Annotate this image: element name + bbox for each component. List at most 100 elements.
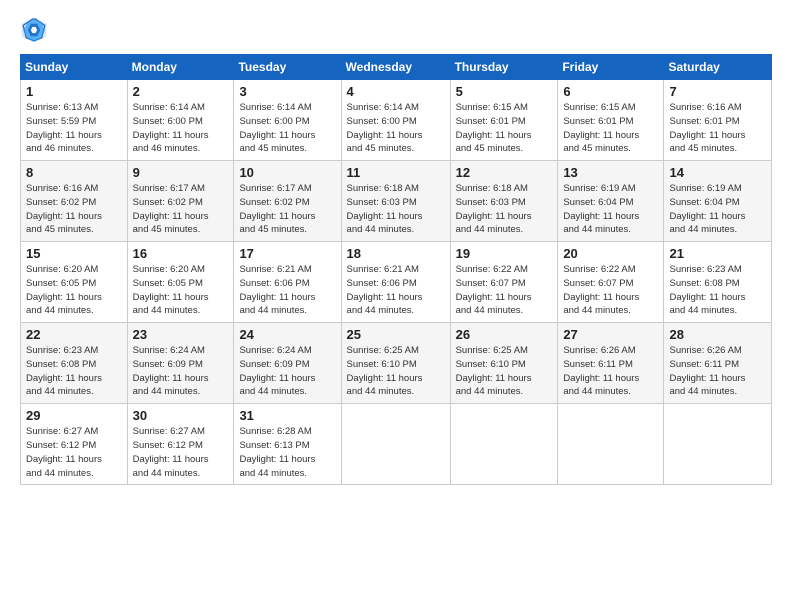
calendar-day-cell: 6 Sunrise: 6:15 AM Sunset: 6:01 PM Daylig… [558,80,664,161]
calendar-day-cell: 2 Sunrise: 6:14 AM Sunset: 6:00 PM Daylig… [127,80,234,161]
calendar-day-header: Sunday [21,55,128,80]
day-number: 31 [239,408,335,423]
day-number: 8 [26,165,122,180]
calendar-day-cell: 8 Sunrise: 6:16 AM Sunset: 6:02 PM Daylig… [21,161,128,242]
day-number: 18 [347,246,445,261]
day-number: 3 [239,84,335,99]
day-info: Sunrise: 6:21 AM Sunset: 6:06 PM Dayligh… [239,263,335,318]
calendar-day-header: Monday [127,55,234,80]
calendar-day-cell: 17 Sunrise: 6:21 AM Sunset: 6:06 PM Dayli… [234,242,341,323]
calendar-table: SundayMondayTuesdayWednesdayThursdayFrid… [20,54,772,485]
day-number: 22 [26,327,122,342]
day-info: Sunrise: 6:18 AM Sunset: 6:03 PM Dayligh… [456,182,553,237]
page: SundayMondayTuesdayWednesdayThursdayFrid… [0,0,792,495]
calendar-day-cell: 3 Sunrise: 6:14 AM Sunset: 6:00 PM Daylig… [234,80,341,161]
day-number: 23 [133,327,229,342]
day-number: 13 [563,165,658,180]
calendar-day-cell: 1 Sunrise: 6:13 AM Sunset: 5:59 PM Daylig… [21,80,128,161]
calendar-day-cell: 29 Sunrise: 6:27 AM Sunset: 6:12 PM Dayli… [21,404,128,485]
day-number: 20 [563,246,658,261]
day-info: Sunrise: 6:26 AM Sunset: 6:11 PM Dayligh… [563,344,658,399]
day-info: Sunrise: 6:19 AM Sunset: 6:04 PM Dayligh… [669,182,766,237]
calendar-day-cell [341,404,450,485]
calendar-day-cell: 13 Sunrise: 6:19 AM Sunset: 6:04 PM Dayli… [558,161,664,242]
calendar-day-cell: 23 Sunrise: 6:24 AM Sunset: 6:09 PM Dayli… [127,323,234,404]
calendar-day-cell: 28 Sunrise: 6:26 AM Sunset: 6:11 PM Dayli… [664,323,772,404]
day-info: Sunrise: 6:23 AM Sunset: 6:08 PM Dayligh… [669,263,766,318]
day-number: 4 [347,84,445,99]
day-number: 9 [133,165,229,180]
day-info: Sunrise: 6:28 AM Sunset: 6:13 PM Dayligh… [239,425,335,480]
day-info: Sunrise: 6:17 AM Sunset: 6:02 PM Dayligh… [133,182,229,237]
day-info: Sunrise: 6:17 AM Sunset: 6:02 PM Dayligh… [239,182,335,237]
day-number: 10 [239,165,335,180]
day-number: 6 [563,84,658,99]
day-info: Sunrise: 6:15 AM Sunset: 6:01 PM Dayligh… [456,101,553,156]
day-number: 11 [347,165,445,180]
day-number: 27 [563,327,658,342]
day-info: Sunrise: 6:14 AM Sunset: 6:00 PM Dayligh… [347,101,445,156]
day-info: Sunrise: 6:22 AM Sunset: 6:07 PM Dayligh… [563,263,658,318]
day-number: 30 [133,408,229,423]
day-info: Sunrise: 6:14 AM Sunset: 6:00 PM Dayligh… [133,101,229,156]
day-number: 12 [456,165,553,180]
day-info: Sunrise: 6:19 AM Sunset: 6:04 PM Dayligh… [563,182,658,237]
day-info: Sunrise: 6:26 AM Sunset: 6:11 PM Dayligh… [669,344,766,399]
calendar-day-header: Saturday [664,55,772,80]
day-number: 7 [669,84,766,99]
calendar-day-cell: 22 Sunrise: 6:23 AM Sunset: 6:08 PM Dayli… [21,323,128,404]
day-number: 2 [133,84,229,99]
day-info: Sunrise: 6:22 AM Sunset: 6:07 PM Dayligh… [456,263,553,318]
day-number: 28 [669,327,766,342]
calendar-day-cell: 14 Sunrise: 6:19 AM Sunset: 6:04 PM Dayli… [664,161,772,242]
calendar-day-cell: 19Sunrise: 6:22 AM Sunset: 6:07 PM Dayli… [450,242,558,323]
calendar-day-cell [450,404,558,485]
day-number: 14 [669,165,766,180]
day-number: 1 [26,84,122,99]
header [20,16,772,44]
day-number: 21 [669,246,766,261]
calendar-day-header: Friday [558,55,664,80]
day-number: 25 [347,327,445,342]
day-info: Sunrise: 6:13 AM Sunset: 5:59 PM Dayligh… [26,101,122,156]
day-info: Sunrise: 6:25 AM Sunset: 6:10 PM Dayligh… [456,344,553,399]
day-info: Sunrise: 6:25 AM Sunset: 6:10 PM Dayligh… [347,344,445,399]
calendar-header-row: SundayMondayTuesdayWednesdayThursdayFrid… [21,55,772,80]
day-number: 17 [239,246,335,261]
calendar-day-cell: 26 Sunrise: 6:25 AM Sunset: 6:10 PM Dayli… [450,323,558,404]
calendar-day-cell [664,404,772,485]
day-info: Sunrise: 6:20 AM Sunset: 6:05 PM Dayligh… [26,263,122,318]
day-info: Sunrise: 6:16 AM Sunset: 6:01 PM Dayligh… [669,101,766,156]
calendar-day-cell: 27 Sunrise: 6:26 AM Sunset: 6:11 PM Dayli… [558,323,664,404]
day-number: 29 [26,408,122,423]
day-info: Sunrise: 6:23 AM Sunset: 6:08 PM Dayligh… [26,344,122,399]
calendar-day-cell: 25 Sunrise: 6:25 AM Sunset: 6:10 PM Dayli… [341,323,450,404]
day-info: Sunrise: 6:15 AM Sunset: 6:01 PM Dayligh… [563,101,658,156]
calendar-day-header: Wednesday [341,55,450,80]
day-info: Sunrise: 6:14 AM Sunset: 6:00 PM Dayligh… [239,101,335,156]
calendar-day-cell: 7 Sunrise: 6:16 AM Sunset: 6:01 PM Daylig… [664,80,772,161]
calendar-week-row: 29 Sunrise: 6:27 AM Sunset: 6:12 PM Dayli… [21,404,772,485]
logo [20,16,52,44]
day-info: Sunrise: 6:24 AM Sunset: 6:09 PM Dayligh… [133,344,229,399]
day-number: 26 [456,327,553,342]
calendar-week-row: 22 Sunrise: 6:23 AM Sunset: 6:08 PM Dayli… [21,323,772,404]
day-info: Sunrise: 6:16 AM Sunset: 6:02 PM Dayligh… [26,182,122,237]
calendar-day-cell: 10 Sunrise: 6:17 AM Sunset: 6:02 PM Dayli… [234,161,341,242]
calendar-day-header: Tuesday [234,55,341,80]
calendar-day-cell: 9 Sunrise: 6:17 AM Sunset: 6:02 PM Daylig… [127,161,234,242]
calendar-day-cell: 12 Sunrise: 6:18 AM Sunset: 6:03 PM Dayli… [450,161,558,242]
calendar-day-cell: 21 Sunrise: 6:23 AM Sunset: 6:08 PM Dayli… [664,242,772,323]
day-info: Sunrise: 6:24 AM Sunset: 6:09 PM Dayligh… [239,344,335,399]
day-info: Sunrise: 6:27 AM Sunset: 6:12 PM Dayligh… [26,425,122,480]
day-number: 15 [26,246,122,261]
day-number: 24 [239,327,335,342]
day-number: 5 [456,84,553,99]
calendar-day-header: Thursday [450,55,558,80]
day-number: 16 [133,246,229,261]
logo-icon [20,16,48,44]
calendar-day-cell [558,404,664,485]
calendar-day-cell: 4 Sunrise: 6:14 AM Sunset: 6:00 PM Daylig… [341,80,450,161]
calendar-day-cell: 11 Sunrise: 6:18 AM Sunset: 6:03 PM Dayli… [341,161,450,242]
day-info: Sunrise: 6:18 AM Sunset: 6:03 PM Dayligh… [347,182,445,237]
